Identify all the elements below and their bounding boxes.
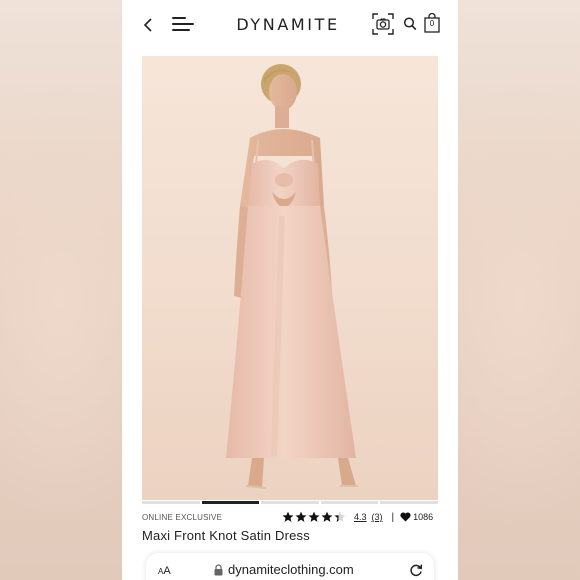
hamburger-line — [172, 23, 194, 25]
search-icon — [403, 17, 417, 31]
lock-icon — [214, 564, 223, 576]
shopping-bag-button[interactable]: 0 — [424, 12, 440, 33]
star-icon — [295, 511, 307, 522]
dress-model-illustration — [226, 64, 358, 489]
star-icon — [308, 511, 320, 522]
phone-screen: DYNAMITE 0 ONLINE EXCLUSIVE 4.3 (3) | 10… — [122, 0, 458, 580]
image-carousel-indicator[interactable] — [142, 501, 438, 507]
chevron-left-icon — [143, 18, 152, 32]
bag-count: 0 — [429, 19, 435, 28]
browser-address-bar[interactable]: AA dynamiteclothing.com — [146, 553, 434, 580]
rating-value[interactable]: 4.3 — [354, 512, 367, 522]
likes-count: 1086 — [413, 512, 434, 522]
online-exclusive-badge: ONLINE EXCLUSIVE — [142, 513, 223, 522]
product-image[interactable] — [142, 56, 438, 500]
product-title: Maxi Front Knot Satin Dress — [142, 528, 310, 543]
hamburger-icon — [172, 17, 186, 19]
back-button[interactable] — [140, 14, 156, 36]
search-button[interactable] — [403, 16, 417, 32]
divider: | — [391, 511, 395, 523]
star-icon — [321, 511, 333, 522]
carousel-dot-active[interactable] — [201, 501, 260, 504]
visual-search-button[interactable] — [372, 13, 394, 35]
carousel-dot[interactable] — [261, 501, 319, 504]
camera-search-icon — [372, 13, 394, 35]
star-icon — [282, 511, 294, 522]
site-header: DYNAMITE 0 — [122, 0, 458, 50]
hamburger-line — [172, 29, 190, 31]
carousel-dot[interactable] — [320, 501, 379, 504]
carousel-dot[interactable] — [380, 501, 438, 504]
logo[interactable]: DYNAMITE — [228, 14, 348, 36]
url-text[interactable]: dynamiteclothing.com — [228, 562, 354, 578]
review-count-link[interactable]: (3) — [372, 512, 383, 522]
star-rating[interactable] — [282, 511, 346, 523]
star-partial-icon — [334, 511, 346, 522]
text-size-button[interactable]: AA — [158, 563, 171, 580]
text-size-large-label: A — [163, 565, 171, 577]
heart-icon[interactable] — [400, 512, 411, 522]
menu-button[interactable] — [172, 14, 194, 34]
carousel-dot[interactable] — [142, 501, 200, 504]
reload-icon[interactable] — [408, 562, 424, 578]
rating-row: 4.3 (3) | 1086 — [282, 508, 433, 526]
